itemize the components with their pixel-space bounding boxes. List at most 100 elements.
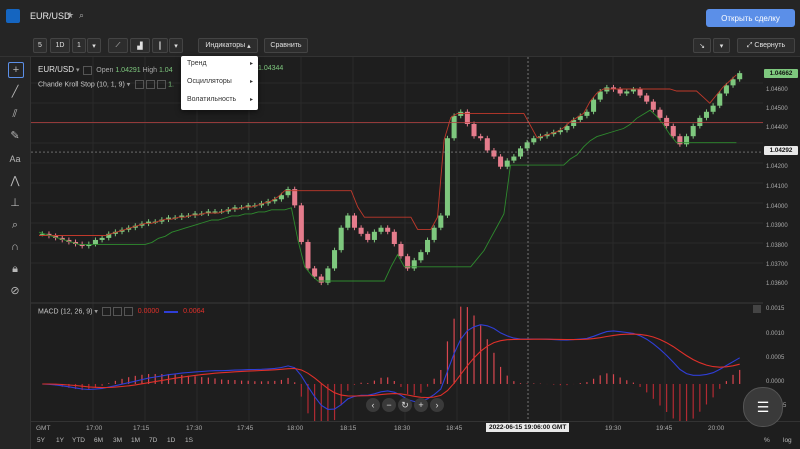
- zoom-out-icon[interactable]: −: [382, 398, 396, 412]
- range-1y[interactable]: 1Y: [56, 437, 64, 444]
- price-tick: 1.03600: [766, 281, 788, 287]
- symbol-title[interactable]: EUR/USD: [30, 11, 71, 21]
- candle-body: [644, 95, 650, 102]
- reset-zoom-icon[interactable]: ↻: [398, 398, 412, 412]
- menu-item-volatility[interactable]: Волатильность ▸: [187, 96, 255, 103]
- legend-symbol[interactable]: EUR/USD: [38, 65, 74, 74]
- macd-pane-menu-icon[interactable]: [753, 305, 761, 313]
- logo-icon[interactable]: [6, 9, 20, 23]
- zoom-in-icon[interactable]: +: [414, 398, 428, 412]
- area-chart-type-icon[interactable]: ▟: [130, 38, 150, 53]
- candle-body: [664, 117, 670, 127]
- macd-tick: 0.0000: [766, 379, 785, 385]
- fibonacci-icon[interactable]: ⫽: [8, 107, 22, 121]
- interval-1d-button[interactable]: 1D: [50, 38, 70, 53]
- collapse-arrow-icon[interactable]: ↘: [693, 38, 711, 53]
- candle-body: [517, 148, 524, 157]
- top-bar: [0, 0, 800, 32]
- candle-body: [292, 189, 298, 206]
- brush-icon[interactable]: ✎: [8, 129, 22, 143]
- macd-tick: 0.0015: [766, 306, 785, 312]
- high-label: High: [142, 67, 158, 74]
- indicator-name[interactable]: Chande Kroll Stop (10, 1, 9): [38, 81, 125, 88]
- crosshair-icon[interactable]: +: [8, 62, 24, 78]
- range-3m[interactable]: 3M: [113, 437, 122, 444]
- collapse-dropdown-chevron-icon[interactable]: ▾: [713, 38, 730, 53]
- chart-type-dropdown-chevron-icon[interactable]: ▾: [169, 38, 183, 53]
- percent-toggle[interactable]: %: [764, 437, 770, 444]
- menu-item-oscillators[interactable]: Осцилляторы ▸: [187, 78, 255, 85]
- stop-short-line: [38, 109, 737, 282]
- open-trade-button[interactable]: Открыть сделку: [706, 9, 795, 27]
- scroll-left-icon[interactable]: ‹: [366, 398, 380, 412]
- indicator-legend: Chande Kroll Stop (10, 1, 9) ▾ 1.: [38, 80, 174, 89]
- range-1m[interactable]: 1M: [131, 437, 140, 444]
- price-chart-canvas[interactable]: [31, 57, 763, 421]
- macd-settings-icon[interactable]: [112, 307, 122, 316]
- collapse-button[interactable]: ⤢ Свернуть: [737, 38, 795, 53]
- macd-remove-icon[interactable]: [123, 307, 133, 316]
- hide-drawings-icon[interactable]: ⊘: [8, 284, 22, 298]
- candle-body: [425, 239, 431, 253]
- zoom-icon[interactable]: ⌕: [8, 218, 22, 232]
- candle-body: [703, 111, 709, 118]
- price-tick: 1.03900: [766, 223, 788, 229]
- pattern-icon[interactable]: ⋀: [8, 174, 22, 188]
- candle-body: [690, 126, 696, 137]
- candle-body: [498, 156, 504, 167]
- menu-item-trend[interactable]: Тренд ▸: [187, 60, 255, 67]
- time-tick: 19:45: [656, 425, 673, 432]
- candle-body: [737, 73, 743, 80]
- indicator-value-partial: 1.: [168, 81, 174, 89]
- trendline-icon[interactable]: ╱: [8, 85, 22, 99]
- time-tick: 17:15: [133, 425, 150, 432]
- time-tick: 19:30: [605, 425, 622, 432]
- candle-body: [99, 237, 105, 240]
- submenu-arrow-icon: ▸: [249, 61, 253, 67]
- candle-body: [312, 268, 318, 277]
- time-tick: 18:15: [340, 425, 357, 432]
- measure-icon[interactable]: ⊥: [8, 196, 22, 210]
- candlestick-chart-type-icon[interactable]: ┃: [152, 38, 168, 53]
- candle-body: [630, 89, 636, 92]
- interval-count-button[interactable]: 1: [72, 38, 86, 53]
- candle-body: [471, 123, 477, 137]
- scroll-right-icon[interactable]: ›: [430, 398, 444, 412]
- interval-dropdown-chevron-icon[interactable]: ▾: [87, 38, 101, 53]
- candle-body: [391, 231, 397, 245]
- price-tick: 1.03800: [766, 243, 788, 249]
- macd-name[interactable]: MACD (12, 26, 9): [38, 308, 92, 315]
- log-toggle[interactable]: log: [783, 437, 792, 444]
- text-tool-icon[interactable]: Aa: [8, 152, 22, 166]
- indicators-dropdown-menu: Тренд ▸ Осцилляторы ▸ Волатильность ▸: [181, 56, 258, 110]
- magnet-icon[interactable]: ∩: [8, 240, 22, 254]
- range-1d[interactable]: 1D: [167, 437, 175, 444]
- candle-body: [451, 115, 457, 139]
- chat-icon[interactable]: ☰: [743, 387, 783, 427]
- favorite-star-icon[interactable]: ★: [66, 10, 74, 21]
- interval-5-button[interactable]: 5: [33, 38, 47, 53]
- range-ytd[interactable]: YTD: [72, 437, 85, 444]
- candle-body: [717, 93, 723, 106]
- open-label: Open: [96, 67, 114, 74]
- lock-icon[interactable]: 🔒︎: [8, 262, 22, 276]
- compare-button[interactable]: Сравнить: [264, 38, 308, 53]
- range-1s[interactable]: 1S: [185, 437, 193, 444]
- indicator-visibility-icon[interactable]: [135, 80, 145, 89]
- range-5y[interactable]: 5Y: [37, 437, 45, 444]
- time-axis[interactable]: GMT 17:00 17:15 17:30 17:45 18:00 18:15 …: [31, 421, 800, 436]
- price-axis[interactable]: 1.04600 1.04500 1.04400 1.04200 1.04100 …: [763, 57, 800, 307]
- macd-visibility-icon[interactable]: [101, 307, 111, 316]
- range-7d[interactable]: 7D: [149, 437, 157, 444]
- indicators-button[interactable]: Индикаторы ▴: [198, 38, 258, 53]
- indicator-settings-icon[interactable]: [146, 80, 156, 89]
- legend-settings-icon[interactable]: [83, 65, 93, 75]
- line-chart-type-icon[interactable]: ⟋: [108, 38, 128, 53]
- menu-item-trend-label: Тренд: [187, 60, 207, 67]
- search-icon[interactable]: ⌕: [79, 10, 84, 21]
- expand-icon: ⤢: [746, 41, 753, 49]
- range-6m[interactable]: 6M: [94, 437, 103, 444]
- candle-body: [478, 136, 484, 139]
- indicator-remove-icon[interactable]: [157, 80, 167, 89]
- time-tick: 18:30: [394, 425, 411, 432]
